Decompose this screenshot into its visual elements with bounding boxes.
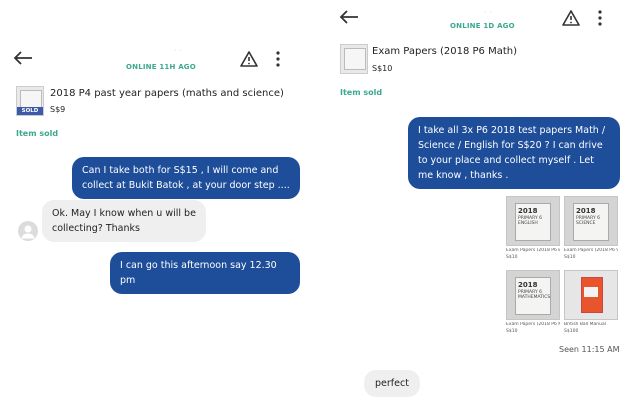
attachment-price: S$100 — [564, 329, 579, 334]
attachment-card[interactable]: 2018 PRIMARY 6 SCIENCE Exam Papers (2018 … — [564, 196, 618, 266]
message-bubble-outgoing: I take all 3x P6 2018 test papers Math /… — [408, 117, 620, 189]
left-chat-panel: · · ONLINE 11H AGO SOLD 2018 P4 past yea… — [0, 0, 320, 400]
listing-title[interactable]: 2018 P4 past year papers (maths and scie… — [50, 88, 284, 99]
back-arrow-icon[interactable] — [338, 7, 360, 27]
attachment-price: S$10 — [564, 255, 576, 260]
online-status: ONLINE 11H AGO — [126, 63, 196, 71]
listing-thumbnail[interactable]: SOLD — [16, 86, 44, 116]
listing-price: S$10 — [372, 64, 393, 73]
attachment-image — [564, 270, 618, 320]
listing-price: S$9 — [50, 105, 66, 114]
attachment-caption: British Ball Manual — [564, 322, 606, 327]
contact-name-redacted: · · — [484, 8, 492, 17]
listing-thumbnail[interactable] — [340, 44, 368, 74]
attachment-image: 2018 PRIMARY 6 SCIENCE — [564, 196, 618, 246]
user-avatar-icon — [18, 221, 38, 241]
attachment-card[interactable]: British Ball Manual S$100 — [564, 270, 618, 340]
attachment-caption: Exam Papers (2018 P6 Ma... — [506, 322, 560, 327]
attachment-image: 2018 PRIMARY 6 ENGLISH — [506, 196, 560, 246]
online-status: ONLINE 1D AGO — [450, 22, 515, 30]
attachment-price: S$10 — [506, 255, 518, 260]
item-sold-label: Item sold — [16, 129, 59, 138]
message-bubble-incoming: perfect — [364, 370, 420, 397]
sold-badge: SOLD — [17, 107, 43, 115]
message-bubble-outgoing: Can I take both for S$15 , I will come a… — [72, 157, 300, 199]
attachment-price: S$10 — [506, 329, 518, 334]
message-bubble-outgoing: I can go this afternoon say 12.30 pm — [110, 252, 300, 294]
more-vert-icon[interactable] — [592, 8, 608, 28]
attachment-caption: Exam Papers (2018 P6 En... — [506, 248, 560, 253]
listing-image — [344, 48, 366, 70]
more-vert-icon[interactable] — [270, 49, 286, 69]
attachment-card[interactable]: 2018 PRIMARY 6 ENGLISH Exam Papers (2018 … — [506, 196, 560, 266]
contact-name-redacted: · · — [174, 46, 182, 55]
back-arrow-icon[interactable] — [12, 48, 34, 68]
attachment-image: 2018 PRIMARY 6 MATHEMATICS — [506, 270, 560, 320]
message-bubble-incoming: Ok. May I know when u will be collecting… — [42, 200, 206, 242]
warning-triangle-icon[interactable] — [560, 8, 582, 28]
listing-title[interactable]: Exam Papers (2018 P6 Math) — [372, 46, 517, 57]
right-chat-panel: · · ONLINE 1D AGO Exam Papers (2018 P6 M… — [320, 0, 640, 400]
seen-timestamp: Seen 11:15 AM — [559, 345, 620, 354]
attachment-card[interactable]: 2018 PRIMARY 6 MATHEMATICS Exam Papers (2… — [506, 270, 560, 340]
attachment-caption: Exam Papers (2018 P6 Sc... — [564, 248, 618, 253]
warning-triangle-icon[interactable] — [238, 49, 260, 69]
item-sold-label: Item sold — [340, 88, 383, 97]
